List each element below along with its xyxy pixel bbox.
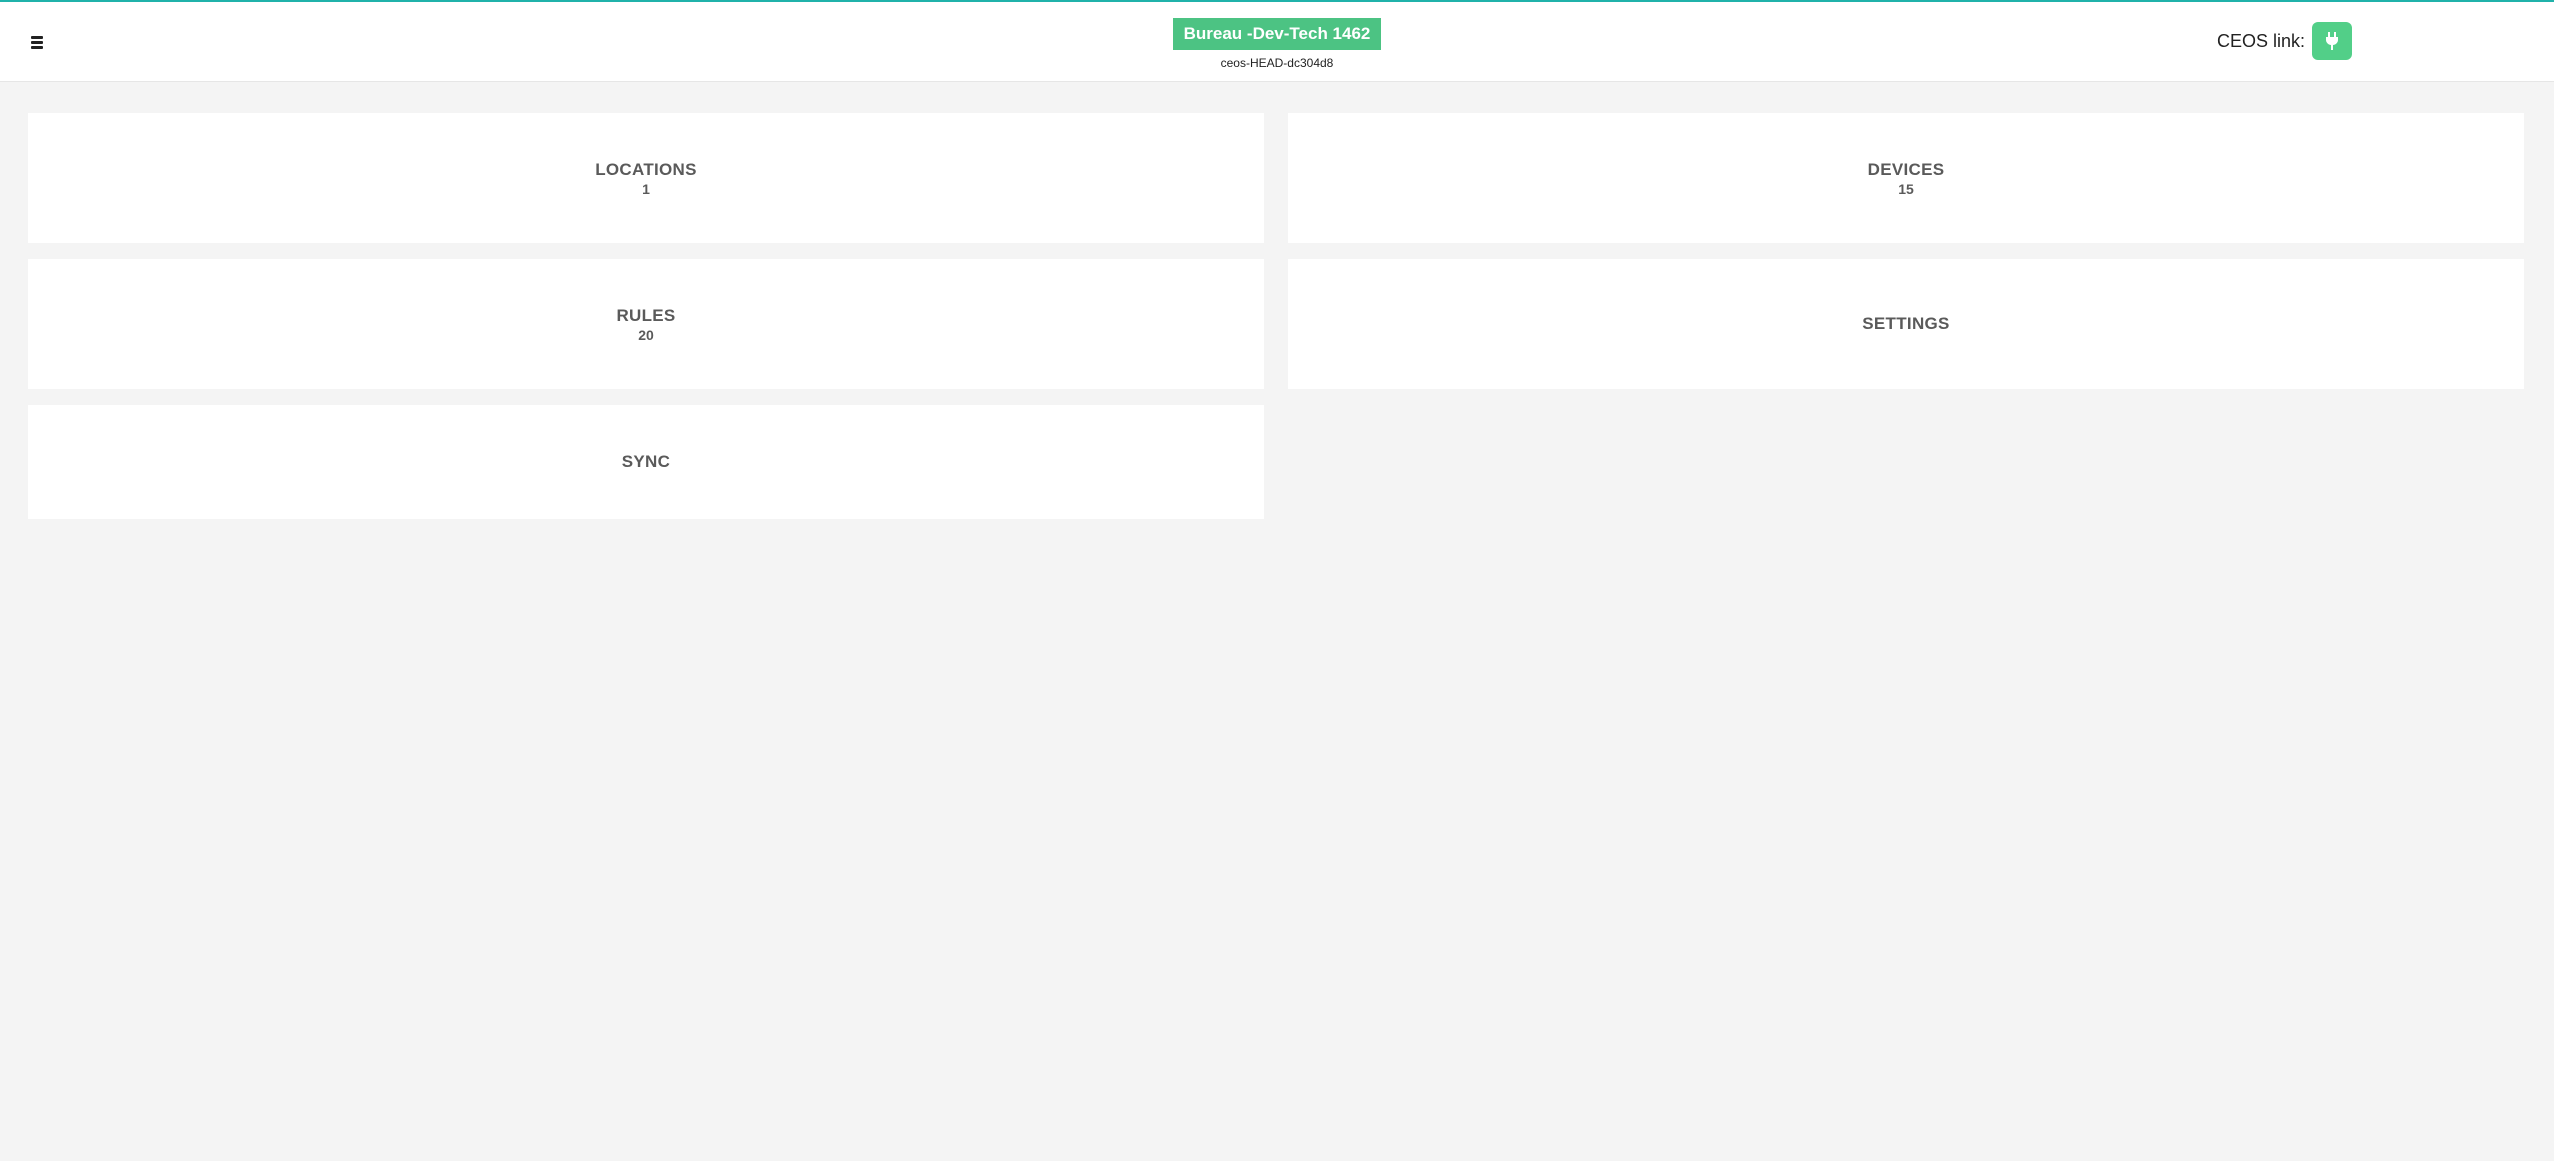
site-info: Bureau -Dev-Tech 1462 ceos-HEAD-dc304d8 bbox=[0, 18, 2554, 70]
plug-icon bbox=[2326, 32, 2338, 50]
rules-title: RULES bbox=[616, 305, 676, 325]
sync-title: SYNC bbox=[621, 452, 671, 471]
rules-card[interactable]: RULES 20 bbox=[28, 259, 1264, 389]
site-name-badge[interactable]: Bureau -Dev-Tech 1462 bbox=[1172, 18, 1382, 50]
settings-title: SETTINGS bbox=[1862, 314, 1950, 333]
ceos-link-button[interactable] bbox=[2312, 22, 2352, 60]
locations-card[interactable]: LOCATIONS 1 bbox=[28, 113, 1264, 243]
rules-count: 20 bbox=[638, 326, 654, 343]
top-header: Bureau -Dev-Tech 1462 ceos-HEAD-dc304d8 … bbox=[0, 2, 2554, 82]
ceos-link: CEOS link: bbox=[2217, 22, 2352, 60]
version-label: ceos-HEAD-dc304d8 bbox=[1220, 56, 1334, 70]
sync-card[interactable]: SYNC bbox=[28, 405, 1264, 519]
devices-card[interactable]: DEVICES 15 bbox=[1288, 113, 2524, 243]
settings-card[interactable]: SETTINGS bbox=[1288, 259, 2524, 389]
ceos-link-label: CEOS link: bbox=[2216, 30, 2305, 51]
dashboard-grid: LOCATIONS 1 DEVICES 15 RULES 20 SETTINGS… bbox=[28, 113, 2524, 519]
locations-count: 1 bbox=[642, 180, 650, 197]
devices-count: 15 bbox=[1898, 180, 1914, 197]
locations-title: LOCATIONS bbox=[595, 159, 697, 179]
devices-title: DEVICES bbox=[1867, 159, 1945, 179]
